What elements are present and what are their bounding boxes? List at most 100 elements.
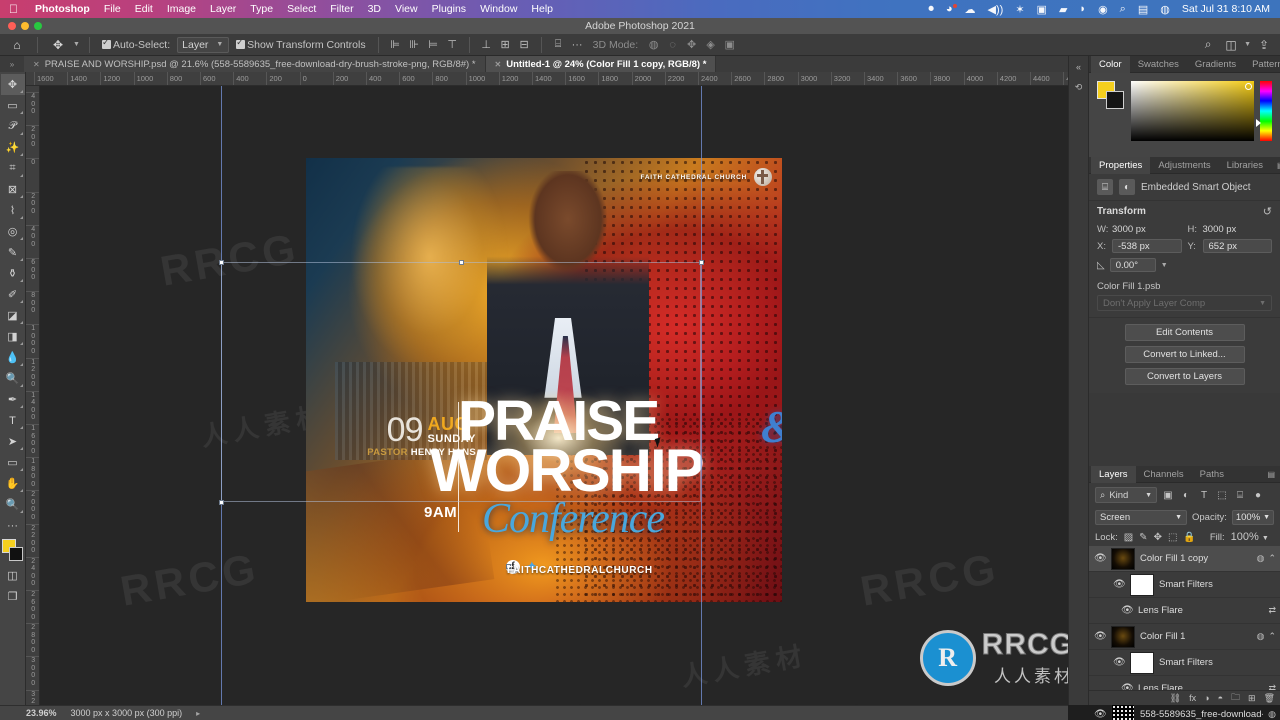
wifi-icon[interactable]: ◗	[1073, 3, 1092, 15]
history-panel-icon[interactable]: ⟲	[1069, 82, 1088, 93]
filter-settings-icon[interactable]: ⇄	[1268, 605, 1276, 616]
lock-position-icon[interactable]: ✥	[1154, 532, 1162, 543]
home-icon[interactable]: ⌂	[6, 36, 28, 54]
rectangle-tool[interactable]: ▭	[1, 452, 25, 473]
menu-image[interactable]: Image	[160, 3, 203, 15]
menu-view[interactable]: View	[388, 3, 425, 15]
search-icon[interactable]: ⌕	[1114, 3, 1132, 16]
brush-tool[interactable]: ✎	[1, 242, 25, 263]
opacity-input[interactable]: 100% ▼	[1231, 510, 1275, 525]
layer-mask-icon[interactable]: ◑	[1204, 693, 1209, 703]
adjustment-layer-icon[interactable]: ◓	[1218, 693, 1223, 703]
menu-help[interactable]: Help	[524, 3, 560, 15]
tab-color[interactable]: Color	[1091, 55, 1130, 73]
minimize-window-button[interactable]	[21, 22, 29, 30]
filter-toggle-icon[interactable]: ●	[1251, 487, 1265, 503]
rotate-3d-icon[interactable]: ◍	[646, 37, 661, 53]
zoom-level[interactable]: 23.96%	[26, 708, 57, 718]
lock-transparency-icon[interactable]: ▨	[1124, 532, 1133, 543]
history-brush-tool[interactable]: ✐	[1, 284, 25, 305]
tab-channels[interactable]: Channels	[1136, 466, 1192, 483]
zoom-tool[interactable]: 🔍	[1, 494, 25, 515]
convert-to-linked-button[interactable]: Convert to Linked...	[1124, 346, 1245, 363]
spot-healing-brush-tool[interactable]: ◎	[1, 221, 25, 242]
transform-handle-top-left[interactable]	[219, 260, 224, 265]
workspace-switcher-icon[interactable]: ◫	[1221, 36, 1241, 54]
smart-object-icon[interactable]: ◍	[1257, 631, 1265, 642]
delete-layer-icon[interactable]: 🗑	[1264, 693, 1275, 704]
close-window-button[interactable]	[8, 22, 16, 30]
eyedropper-tool[interactable]: ⌇	[1, 200, 25, 221]
object-selection-tool[interactable]: ✨	[1, 137, 25, 158]
close-icon[interactable]: ✕	[495, 60, 502, 69]
y-input[interactable]: 652 px	[1202, 239, 1272, 253]
search-icon[interactable]: ⌕	[1198, 36, 1218, 54]
volume-icon[interactable]: ◀))	[982, 3, 1010, 16]
layer-thumbnail[interactable]	[1130, 573, 1154, 596]
menu-3d[interactable]: 3D	[361, 3, 388, 15]
dropbox-icon[interactable]: ◕	[940, 3, 959, 15]
fill-input[interactable]: 100% ▼	[1231, 531, 1269, 543]
filter-adjustment-icon[interactable]: ◐	[1179, 487, 1193, 503]
move-tool-icon[interactable]: ✥	[47, 36, 69, 54]
show-transform-controls-checkbox[interactable]: Show Transform Controls	[233, 37, 368, 51]
document-tab-praise-and-worship[interactable]: ✕ PRAISE AND WORSHIP.psd @ 21.6% (558-55…	[24, 56, 486, 72]
x-input[interactable]: -538 px	[1112, 239, 1182, 253]
edit-toolbar[interactable]: ···	[1, 515, 25, 536]
align-right-edges-icon[interactable]: ⊨	[426, 37, 441, 53]
tab-gradients[interactable]: Gradients	[1187, 56, 1244, 73]
table-row[interactable]: 👁 Color Fill 1 ◍ ⌃	[1089, 624, 1280, 650]
dodge-tool[interactable]: 🔍	[1, 368, 25, 389]
menu-plugins[interactable]: Plugins	[425, 3, 473, 15]
quick-mask-icon[interactable]: ◫	[1, 565, 25, 586]
rectangular-marquee-tool[interactable]: ▭	[1, 95, 25, 116]
canvas-area[interactable]: RRCG RRCG RRCG RRCG 人人素材 人人素材 FAITH CATH…	[40, 86, 1080, 705]
align-left-edges-icon[interactable]: ⊫	[388, 37, 403, 53]
screen-share-icon[interactable]: ▤	[1132, 3, 1154, 16]
bluetooth-icon[interactable]: ✶	[1009, 3, 1030, 16]
chevron-down-icon[interactable]: ▼	[73, 41, 80, 48]
lock-artboard-icon[interactable]: ⬚	[1168, 532, 1177, 543]
menu-file[interactable]: File	[97, 3, 128, 15]
tab-adjustments[interactable]: Adjustments	[1150, 157, 1218, 174]
apple-icon[interactable]: 	[0, 3, 28, 15]
screen-mode-icon[interactable]: ❐	[1, 586, 25, 607]
hand-tool[interactable]: ✋	[1, 473, 25, 494]
reset-icon[interactable]: ↺	[1263, 205, 1272, 218]
chevron-up-icon[interactable]: ⌃	[1268, 553, 1276, 564]
auto-select-checkbox[interactable]: Auto-Select:	[99, 37, 173, 51]
table-row[interactable]: 👁 Smart Filters	[1089, 572, 1280, 598]
horizontal-ruler[interactable]: 1600 1400 1200 1000 800 600 400 200 0 200 400 600 80…	[26, 72, 1080, 86]
layer-comp-dropdown[interactable]: Don't Apply Layer Comp ▼	[1097, 295, 1272, 311]
layer-filter-kind-dropdown[interactable]: ⌕ Kind ▼	[1095, 487, 1157, 503]
menu-edit[interactable]: Edit	[128, 3, 160, 15]
layer-thumbnail[interactable]	[1130, 651, 1154, 674]
user-account-icon[interactable]: ◍	[1154, 3, 1176, 16]
smart-object-icon[interactable]: ◍	[1268, 709, 1276, 720]
align-bottom-edges-icon[interactable]: ⊞	[498, 37, 513, 53]
blur-tool[interactable]: 💧	[1, 347, 25, 368]
eraser-tool[interactable]: ◪	[1, 305, 25, 326]
hue-slider[interactable]	[1256, 81, 1272, 141]
background-color-swatch[interactable]	[8, 547, 23, 561]
cloud-sync-icon[interactable]: ☁	[959, 3, 982, 16]
new-layer-icon[interactable]: ⊞	[1248, 693, 1256, 704]
tab-bar-grip[interactable]: »	[0, 56, 24, 72]
y-field[interactable]: Y: 652 px	[1188, 239, 1272, 253]
new-group-icon[interactable]: 🗀	[1231, 690, 1240, 706]
eye-icon[interactable]: 👁	[1094, 709, 1107, 720]
layer-thumbnail[interactable]	[1111, 703, 1135, 720]
roll-3d-icon[interactable]: ◌	[665, 37, 680, 53]
tab-patterns[interactable]: Patterns	[1244, 56, 1280, 73]
gradient-tool[interactable]: ◨	[1, 326, 25, 347]
distribute-icon[interactable]: ⊟	[517, 37, 532, 53]
close-icon[interactable]: ✕	[33, 60, 40, 69]
pen-tool[interactable]: ✒	[1, 389, 25, 410]
control-center-icon[interactable]: ◉	[1092, 3, 1114, 16]
lock-all-icon[interactable]: 🔒	[1183, 532, 1195, 543]
distribute-spacing-icon[interactable]: ⌸	[551, 37, 566, 53]
chevron-up-icon[interactable]: ⌃	[1268, 631, 1276, 642]
maximize-window-button[interactable]	[34, 22, 42, 30]
battery-icon[interactable]: ▰	[1053, 3, 1073, 16]
eye-icon[interactable]: 👁	[1113, 579, 1126, 590]
